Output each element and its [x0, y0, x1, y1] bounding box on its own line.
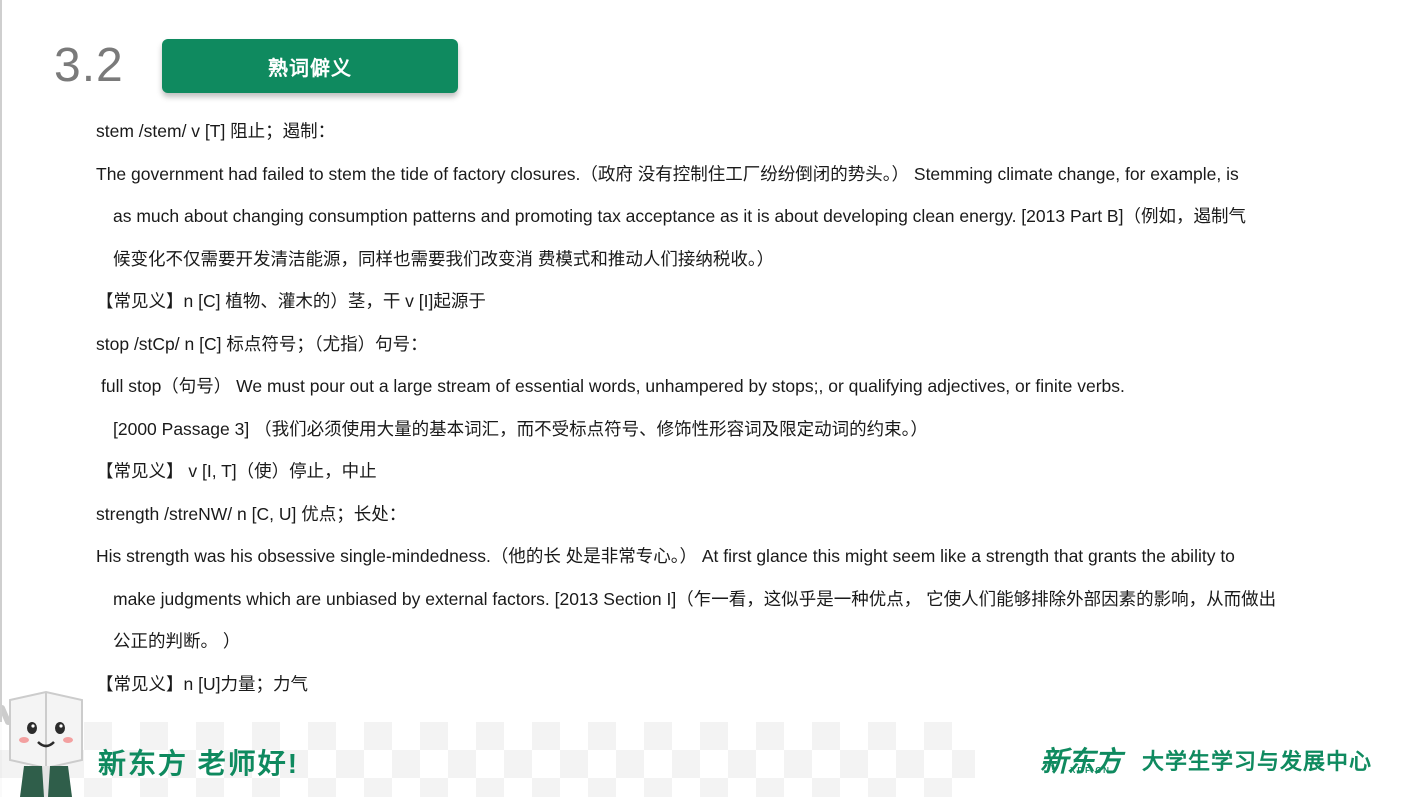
footer-slogan: 新东方 老师好!: [98, 748, 300, 779]
entry-strength-example-line-2: make judgments which are unbiased by ext…: [113, 588, 1277, 609]
entry-stem-common-meaning: 【常见义】n [C] 植物、灌木的）茎，干 v [I]起源于: [96, 291, 486, 311]
entry-stem-example-line-3: 候变化不仅需要开发清洁能源，同样也需要我们改变消 费模式和推动人们接纳税收。）: [113, 248, 775, 269]
entry-stem-heading: stem /stem/ v [T] 阻止；遏制：: [96, 121, 336, 141]
center-name: 大学生学习与发展中心: [1142, 749, 1373, 774]
entry-stem-example-line-2: as much about changing consumption patte…: [113, 206, 1246, 226]
entry-stop-example-line-2: [2000 Passage 3] （我们必须使用大量的基本词汇，而不受标点符号、…: [113, 418, 928, 439]
entry-stem-example-line-1: The government had failed to stem the ti…: [96, 163, 1239, 184]
entry-strength-heading: strength /streNW/ n [C, U] 优点；长处：: [96, 503, 407, 524]
left-edge-line: [0, 0, 2, 797]
section-title-banner: 熟词僻义: [162, 39, 458, 93]
book-mascot-icon: [2, 690, 83, 797]
footer-banner: 新东方 老师好! 新东方 XDF.CN 大学生学习与发展中心: [0, 690, 1410, 797]
entry-stop-example-line-1: full stop（句号） We must pour out a large s…: [101, 376, 1125, 396]
entry-strength-common-meaning: 【常见义】n [U]力量；力气: [96, 673, 308, 694]
section-number: 3.2: [54, 39, 124, 92]
entry-strength-example-line-3: 公正的判断。 ）: [113, 631, 241, 651]
entry-stop-common-meaning: 【常见义】 v [I, T]（使）停止，中止: [96, 461, 377, 481]
section-title: 熟词僻义: [268, 57, 352, 80]
brand-logo-subtext: XDF.CN: [1070, 766, 1111, 775]
entry-stop-heading: stop /stCp/ n [C] 标点符号；（尤指）句号：: [96, 333, 428, 354]
entry-strength-example-line-1: His strength was his obsessive single-mi…: [96, 546, 1235, 566]
content-body: stem /stem/ v [T] 阻止；遏制： The government …: [96, 110, 1356, 705]
